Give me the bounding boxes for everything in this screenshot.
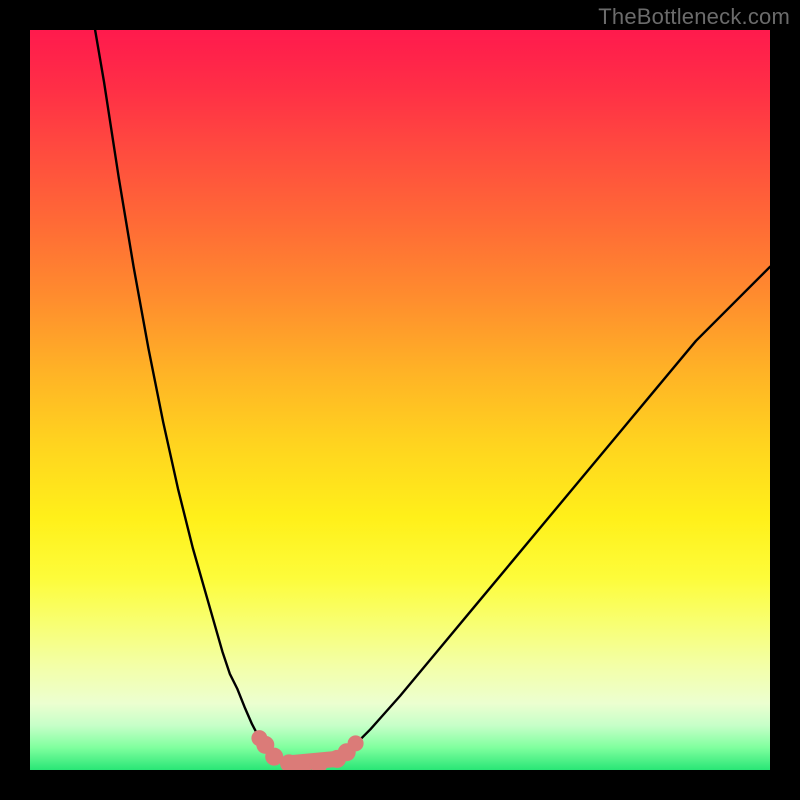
trough-markers	[251, 730, 363, 770]
chart-frame: TheBottleneck.com	[0, 0, 800, 800]
curve-path	[95, 30, 770, 764]
watermark-text: TheBottleneck.com	[598, 4, 790, 30]
curve-svg	[30, 30, 770, 770]
bottleneck-curve	[95, 30, 770, 764]
plot-area	[30, 30, 770, 770]
trough-marker	[348, 735, 364, 751]
